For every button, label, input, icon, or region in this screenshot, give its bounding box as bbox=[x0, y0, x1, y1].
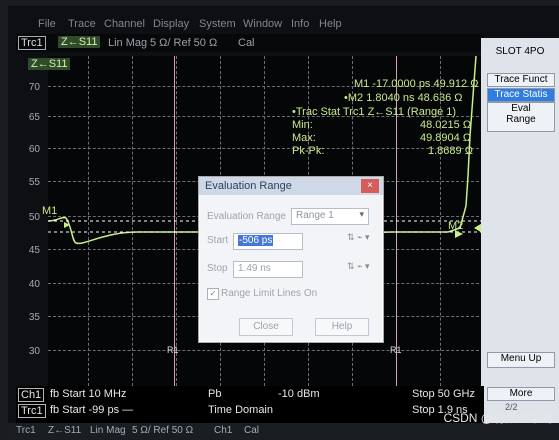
stats-pk-label: Pk-Pk: bbox=[292, 145, 325, 157]
watermark: CSDN @射频老菜鸟 bbox=[443, 411, 553, 425]
y-tick: 30 bbox=[28, 346, 40, 357]
menu-display[interactable]: Display bbox=[153, 18, 189, 30]
marker-readout-m2: •M2 1.8040 ns 48.636 Ω bbox=[344, 92, 463, 104]
evaluation-range-select[interactable]: Range 1 ▾ bbox=[291, 208, 369, 225]
y-tick: 40 bbox=[28, 279, 40, 290]
trace-header: Trc1 Z←S11 Lin Mag 5 Ω/ Ref 50 Ω Cal bbox=[16, 34, 484, 52]
time-start: fb Start -99 ps — bbox=[50, 404, 134, 416]
y-tick: 50 bbox=[28, 212, 40, 223]
marker-label-m1: M1 bbox=[42, 205, 58, 217]
chevron-down-icon: ▾ bbox=[359, 209, 364, 219]
freq-stop: Stop 50 GHz bbox=[412, 388, 475, 400]
evaluation-range-label: Evaluation Range bbox=[207, 211, 286, 222]
stats-max-value: 49.8904 Ω bbox=[420, 132, 472, 144]
trace-scale: 5 Ω/ Ref 50 Ω bbox=[150, 37, 218, 49]
time-domain-label: Time Domain bbox=[208, 404, 273, 416]
channel-1-label: Ch1 bbox=[18, 388, 45, 402]
y-tick: 45 bbox=[28, 245, 40, 256]
stop-stepper-icon[interactable]: ⇅ ⌁ ▾ bbox=[347, 261, 369, 272]
range-label-right: R1 bbox=[390, 345, 402, 355]
footer-ch: Ch1 bbox=[214, 425, 233, 436]
footer-trace: Z←S11 bbox=[48, 425, 82, 436]
trace-selector[interactable]: Trc1 bbox=[18, 36, 46, 50]
trace-format: Lin Mag bbox=[108, 37, 148, 49]
footer-mode: Lin Mag bbox=[90, 425, 126, 436]
trace-statistics-button[interactable]: Trace Statis bbox=[487, 88, 555, 102]
evaluation-range-value: Range 1 bbox=[296, 210, 334, 221]
vna-screen: File Trace Channel Display System Window… bbox=[8, 6, 559, 440]
menu-bar: File Trace Channel Display System Window… bbox=[8, 14, 559, 34]
close-button[interactable]: Close bbox=[239, 318, 293, 336]
range-limit-lines-checkbox[interactable]: ✓ bbox=[207, 288, 219, 300]
stats-title: •Trac Stat Trc1 Z←S11 (Range 1) bbox=[292, 106, 457, 118]
stop-input[interactable]: 1.49 ns bbox=[233, 261, 303, 278]
stats-min-label: Min: bbox=[292, 119, 313, 131]
footer-scale: 5 Ω/ Ref 50 Ω bbox=[132, 425, 194, 436]
menu-window[interactable]: Window bbox=[243, 18, 282, 30]
stop-value: 1.49 ns bbox=[238, 263, 271, 274]
menu-channel[interactable]: Channel bbox=[104, 18, 145, 30]
marker-readout-m1: M1 -17.0000 ps 49.912 Ω bbox=[354, 78, 479, 90]
help-button[interactable]: Help bbox=[315, 318, 369, 336]
trace-cal: Cal bbox=[238, 37, 255, 49]
y-tick: 70 bbox=[28, 82, 40, 93]
footer-trc: Trc1 bbox=[16, 425, 36, 436]
bottom-status: Ch1 Trc1 fb Start 10 MHz fb Start -99 ps… bbox=[16, 386, 484, 426]
y-tick: 55 bbox=[28, 177, 40, 188]
menu-trace[interactable]: Trace bbox=[68, 18, 96, 30]
menu-help[interactable]: Help bbox=[319, 18, 342, 30]
stats-max-label: Max: bbox=[292, 132, 316, 144]
start-stepper-icon[interactable]: ⇅ ⌁ ▾ bbox=[347, 232, 369, 243]
marker-label-m2: M2 bbox=[448, 220, 464, 232]
menu-file[interactable]: File bbox=[38, 18, 56, 30]
dialog-close-button[interactable]: × bbox=[361, 179, 379, 193]
dialog-title: Evaluation Range bbox=[199, 177, 383, 195]
menu-info[interactable]: Info bbox=[291, 18, 309, 30]
stats-min-value: 48.0215 Ω bbox=[420, 119, 472, 131]
stats-pk-value: 1.8689 Ω bbox=[428, 145, 473, 157]
freq-start: fb Start 10 MHz bbox=[50, 388, 127, 400]
y-tick: 65 bbox=[28, 112, 40, 123]
stop-label: Stop bbox=[207, 263, 228, 274]
menu-up-button[interactable]: Menu Up bbox=[487, 352, 555, 368]
power-value: -10 dBm bbox=[278, 388, 320, 400]
start-label: Start bbox=[207, 235, 229, 246]
y-tick: 35 bbox=[28, 312, 40, 323]
more-button[interactable]: More bbox=[487, 387, 555, 401]
trace-parameter[interactable]: Z←S11 bbox=[58, 36, 101, 48]
footer-cal: Cal bbox=[244, 425, 260, 436]
menu-system[interactable]: System bbox=[199, 18, 236, 30]
range-limit-lines-label: Range Limit Lines On bbox=[221, 288, 318, 299]
trace-funct-button[interactable]: Trace Funct bbox=[487, 73, 555, 87]
start-input[interactable]: -506 ps bbox=[233, 233, 303, 250]
power-label: Pb bbox=[208, 388, 222, 400]
start-value: -506 ps bbox=[238, 235, 274, 246]
trace-1-label: Trc1 bbox=[18, 404, 46, 418]
y-tick: 60 bbox=[28, 144, 40, 155]
right-softkey-panel: SLOT 4PO Trace Funct Trace Statis Eval R… bbox=[481, 38, 559, 434]
range-label-left: R1 bbox=[167, 345, 179, 355]
evaluation-range-dialog: Evaluation Range × Evaluation Range Rang… bbox=[198, 176, 384, 343]
eval-range-button[interactable]: Eval Range bbox=[487, 102, 555, 132]
trace-statistics: •Trac Stat Trc1 Z←S11 (Range 1) Min: 48.0… bbox=[292, 106, 482, 158]
slot-label: SLOT 4PO bbox=[495, 46, 545, 57]
